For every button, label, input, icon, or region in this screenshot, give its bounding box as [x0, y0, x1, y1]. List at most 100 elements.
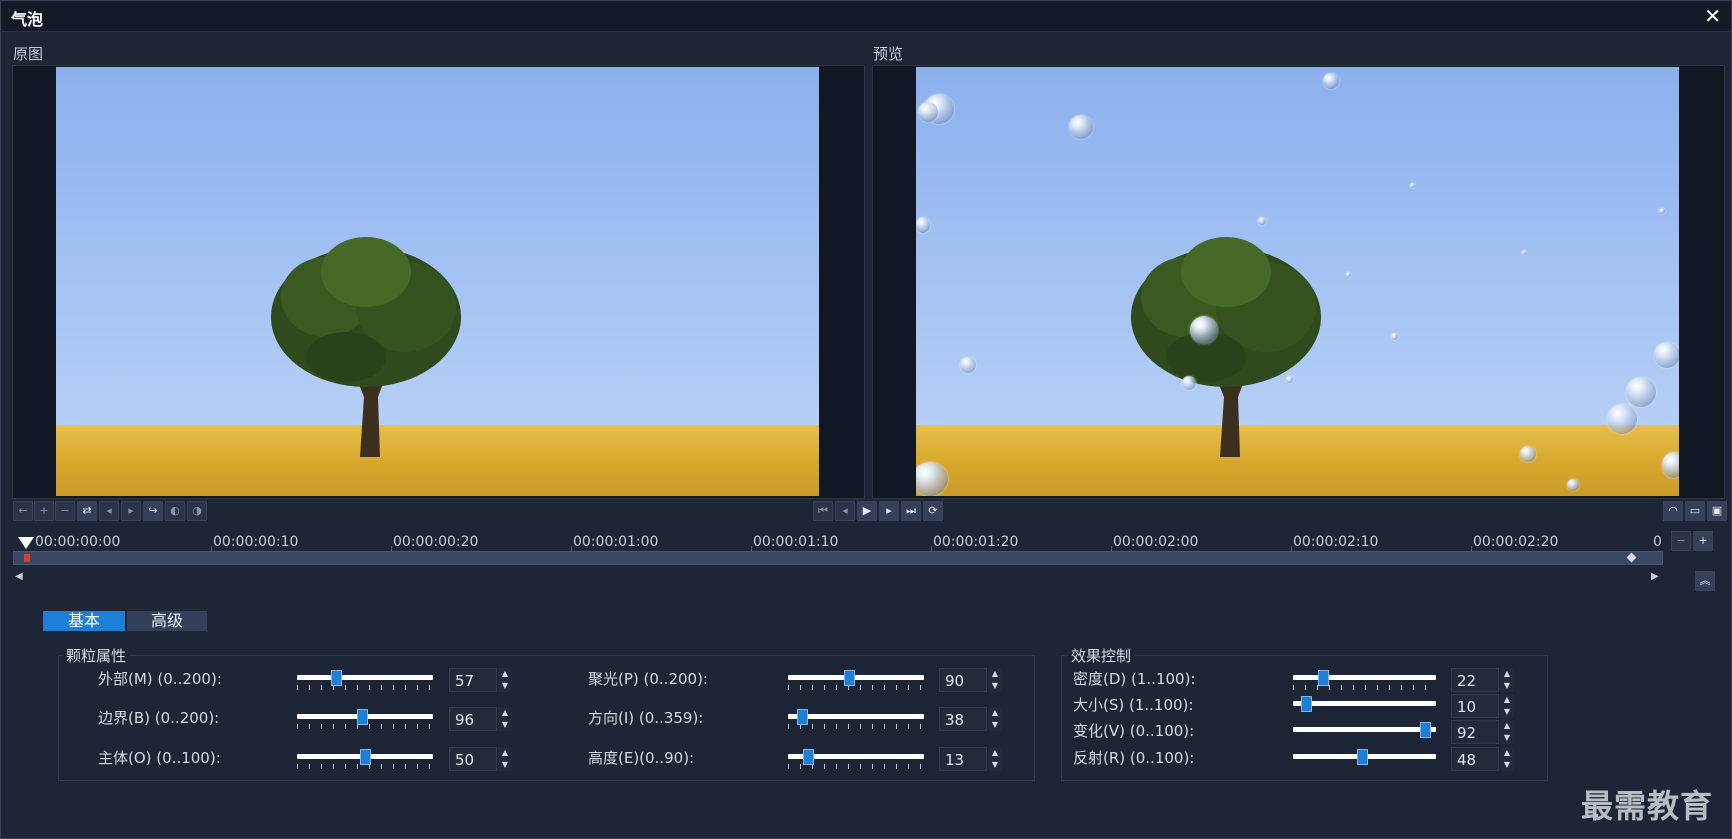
effect-dialog-window: 气泡 ✕ 原图 预览 ← + − ⇄ ◂ ▸ ↪ ◐ ◑ ⏮ ◂ ▶ ▸ ⏭ ⟳… — [0, 0, 1732, 839]
zoom-in-icon[interactable]: + — [1693, 531, 1713, 551]
bubble — [1258, 217, 1266, 225]
timeline-track[interactable] — [13, 551, 1663, 565]
direction-value-field[interactable]: 38 — [939, 707, 987, 731]
param-label-outer: 外部(M) (0..200): — [98, 670, 222, 688]
tree-image — [271, 237, 461, 457]
playhead-marker[interactable] — [18, 537, 34, 549]
variation-slider[interactable] — [1293, 721, 1436, 739]
start-keyframe-marker[interactable] — [24, 554, 30, 562]
timecode-label: 00:00:02:00 — [1113, 534, 1199, 550]
bubble — [1567, 479, 1579, 491]
reflection-value-field[interactable]: 48 — [1451, 747, 1499, 771]
window-title: 气泡 — [11, 10, 44, 29]
spotlight-slider[interactable] — [788, 669, 924, 690]
add-keyframe-icon[interactable]: + — [34, 501, 54, 521]
reflection-spinner[interactable]: ▲ ▼ — [1500, 747, 1514, 771]
border-spinner[interactable]: ▲ ▼ — [498, 707, 512, 731]
density-spinner[interactable]: ▲ ▼ — [1500, 668, 1514, 692]
bubble — [960, 357, 976, 373]
body-slider[interactable] — [297, 748, 433, 769]
outer-slider[interactable] — [297, 669, 433, 690]
timecode-label: 00:00:00:10 — [213, 534, 299, 550]
param-label-size: 大小(S) (1..100): — [1073, 696, 1194, 714]
play-icon[interactable]: ▶ — [857, 501, 877, 521]
bubble — [1346, 272, 1351, 277]
density-slider[interactable] — [1293, 669, 1436, 690]
bubble — [1662, 452, 1679, 478]
remove-keyframe-icon[interactable]: − — [55, 501, 75, 521]
outer-value-field[interactable]: 57 — [449, 668, 497, 692]
tree-image — [1131, 237, 1321, 457]
move-right-icon[interactable]: ▸ — [121, 501, 141, 521]
prev-frame-icon[interactable]: ◂ — [835, 501, 855, 521]
original-viewer — [12, 65, 865, 499]
next-frame-icon[interactable]: ▸ — [879, 501, 899, 521]
bubble — [1069, 115, 1093, 139]
scroll-left-icon[interactable]: ◀ — [15, 571, 23, 582]
size-spinner[interactable]: ▲ ▼ — [1500, 694, 1514, 718]
body-spinner[interactable]: ▲ ▼ — [498, 747, 512, 771]
reverse-keyframe-icon[interactable]: ⇄ — [77, 501, 97, 521]
redo-icon[interactable]: ↪ — [143, 501, 163, 521]
height-spinner[interactable]: ▲ ▼ — [988, 747, 1002, 771]
variation-spinner[interactable]: ▲ ▼ — [1500, 720, 1514, 744]
outer-spinner[interactable]: ▲ ▼ — [498, 668, 512, 692]
effect-group-title: 效果控制 — [1068, 645, 1135, 666]
timeline-ruler[interactable]: 00:00:00:00 00:00:00:10 00:00:00:20 00:0… — [13, 531, 1662, 553]
param-label-density: 密度(D) (1..100): — [1073, 670, 1196, 688]
reflection-slider[interactable] — [1293, 748, 1436, 766]
tab-advanced[interactable]: 高级 — [127, 611, 207, 631]
go-start-icon[interactable]: ⏮ — [813, 501, 833, 521]
timecode-label: 00:00:01:20 — [933, 534, 1019, 550]
preview-screen-icon[interactable]: ▣ — [1707, 501, 1727, 521]
param-label-variation: 变化(V) (0..100): — [1073, 722, 1195, 740]
particle-group-title: 颗粒属性 — [63, 645, 130, 666]
go-end-icon[interactable]: ⏭ — [901, 501, 921, 521]
direction-slider[interactable] — [788, 708, 924, 729]
bubble — [1323, 73, 1339, 89]
spotlight-spinner[interactable]: ▲ ▼ — [988, 668, 1002, 692]
device-icon[interactable]: ◠ — [1663, 501, 1683, 521]
direction-spinner[interactable]: ▲ ▼ — [988, 707, 1002, 731]
density-value-field[interactable]: 22 — [1451, 668, 1499, 692]
preview-image — [916, 67, 1679, 496]
param-label-border: 边界(B) (0..200): — [98, 709, 220, 727]
height-slider[interactable] — [788, 748, 924, 769]
param-label-height: 高度(E)(0..90): — [588, 749, 695, 767]
scroll-right-icon[interactable]: ▶ — [1651, 571, 1659, 582]
tab-basic[interactable]: 基本 — [43, 611, 125, 631]
height-value-field[interactable]: 13 — [939, 747, 987, 771]
size-slider[interactable] — [1293, 695, 1436, 713]
bubble — [916, 217, 930, 233]
bubble — [1182, 376, 1196, 390]
bubble — [1286, 376, 1293, 383]
preview-panel-label: 预览 — [873, 45, 904, 63]
repeat-icon[interactable]: ⟳ — [923, 501, 943, 521]
body-value-field[interactable]: 50 — [449, 747, 497, 771]
end-keyframe-marker[interactable] — [1626, 552, 1637, 563]
param-label-reflection: 反射(R) (0..100): — [1073, 749, 1195, 767]
border-slider[interactable] — [297, 708, 433, 729]
spotlight-value-field[interactable]: 90 — [939, 668, 987, 692]
fade-out-icon[interactable]: ◑ — [187, 501, 207, 521]
timecode-label: 00:00:02:20 — [1473, 534, 1559, 550]
bubble — [1626, 377, 1656, 407]
move-left-icon[interactable]: ◂ — [99, 501, 119, 521]
monitor-icon[interactable]: ▭ — [1685, 501, 1705, 521]
timecode-label: 0 — [1653, 534, 1662, 550]
variation-value-field[interactable]: 92 — [1451, 720, 1499, 744]
zoom-out-icon[interactable]: − — [1671, 531, 1691, 551]
bubble — [1391, 333, 1398, 340]
bubble — [1410, 183, 1415, 188]
size-value-field[interactable]: 10 — [1451, 694, 1499, 718]
original-image — [56, 67, 819, 496]
keyframe-prev-icon[interactable]: ← — [13, 501, 33, 521]
bubble — [1659, 208, 1665, 214]
border-value-field[interactable]: 96 — [449, 707, 497, 731]
collapse-icon[interactable]: ︽ — [1695, 571, 1715, 591]
fade-in-icon[interactable]: ◐ — [165, 501, 185, 521]
bubble — [1654, 342, 1679, 368]
param-label-body: 主体(O) (0..100): — [98, 749, 221, 767]
close-icon[interactable]: ✕ — [1704, 4, 1721, 28]
bubble — [1520, 446, 1536, 462]
